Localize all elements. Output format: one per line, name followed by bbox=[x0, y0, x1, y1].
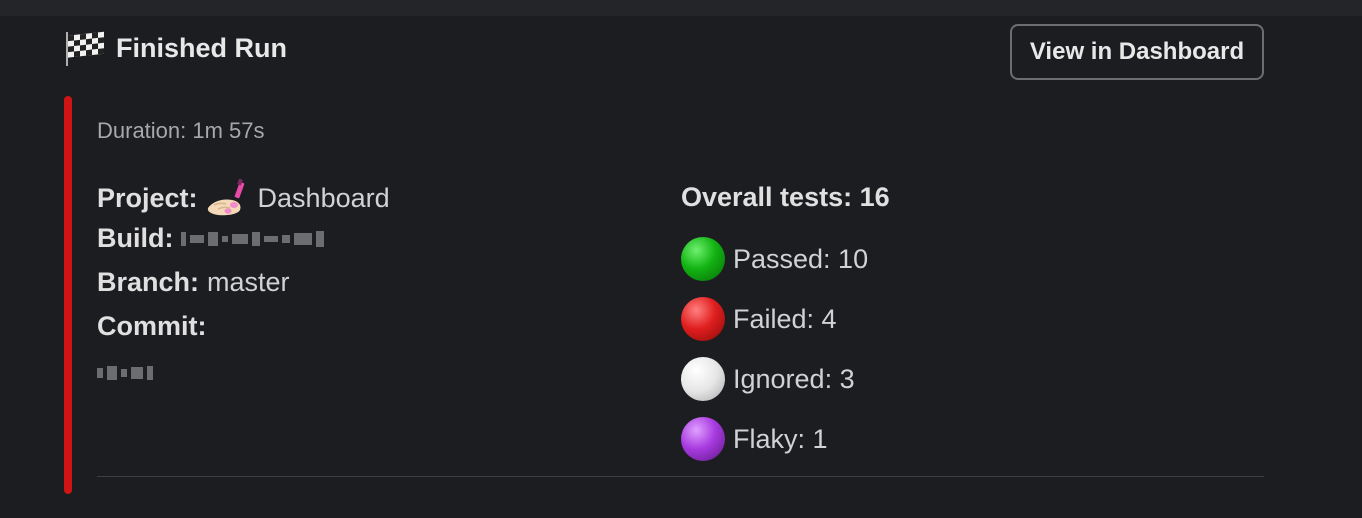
nail-polish-icon bbox=[207, 178, 244, 216]
commit-label: Commit: bbox=[97, 311, 207, 341]
message-header: Finished Run bbox=[64, 30, 287, 66]
project-value: Dashboard bbox=[257, 182, 390, 213]
build-field: Build: bbox=[97, 223, 325, 254]
failed-count: Failed: 4 bbox=[733, 303, 837, 334]
branch-field: Branch: master bbox=[97, 267, 290, 298]
project-label: Project bbox=[97, 182, 189, 213]
overall-tests: Overall tests: 16 bbox=[681, 182, 890, 212]
checkered-flag-icon bbox=[66, 31, 104, 66]
build-label: Build: bbox=[97, 223, 174, 253]
top-bar bbox=[0, 0, 1362, 16]
duration-text: Duration: 1m 57s bbox=[97, 118, 265, 143]
passed-stat: Passed: 10 bbox=[681, 237, 868, 281]
flaky-count: Flaky: 1 bbox=[733, 423, 828, 454]
commit-field: Commit: bbox=[97, 311, 207, 342]
green-circle-icon bbox=[681, 237, 725, 281]
project-field: Project: Dashboard bbox=[97, 178, 390, 218]
view-in-dashboard-button[interactable]: View in Dashboard bbox=[1010, 24, 1264, 80]
divider bbox=[97, 476, 1264, 477]
purple-circle-icon bbox=[681, 417, 725, 461]
ignored-stat: Ignored: 3 bbox=[681, 357, 855, 401]
build-value-redacted bbox=[181, 230, 325, 247]
branch-value: master bbox=[207, 267, 290, 297]
passed-count: Passed: 10 bbox=[733, 243, 869, 274]
white-circle-icon bbox=[681, 357, 725, 401]
branch-label: Branch: bbox=[97, 267, 200, 297]
commit-value-redacted bbox=[97, 366, 153, 380]
attachment-accent-bar bbox=[64, 96, 72, 494]
red-circle-icon bbox=[681, 297, 725, 341]
flaky-stat: Flaky: 1 bbox=[681, 417, 828, 461]
message-title: Finished Run bbox=[116, 32, 287, 63]
ignored-count: Ignored: 3 bbox=[733, 363, 855, 394]
failed-stat: Failed: 4 bbox=[681, 297, 837, 341]
